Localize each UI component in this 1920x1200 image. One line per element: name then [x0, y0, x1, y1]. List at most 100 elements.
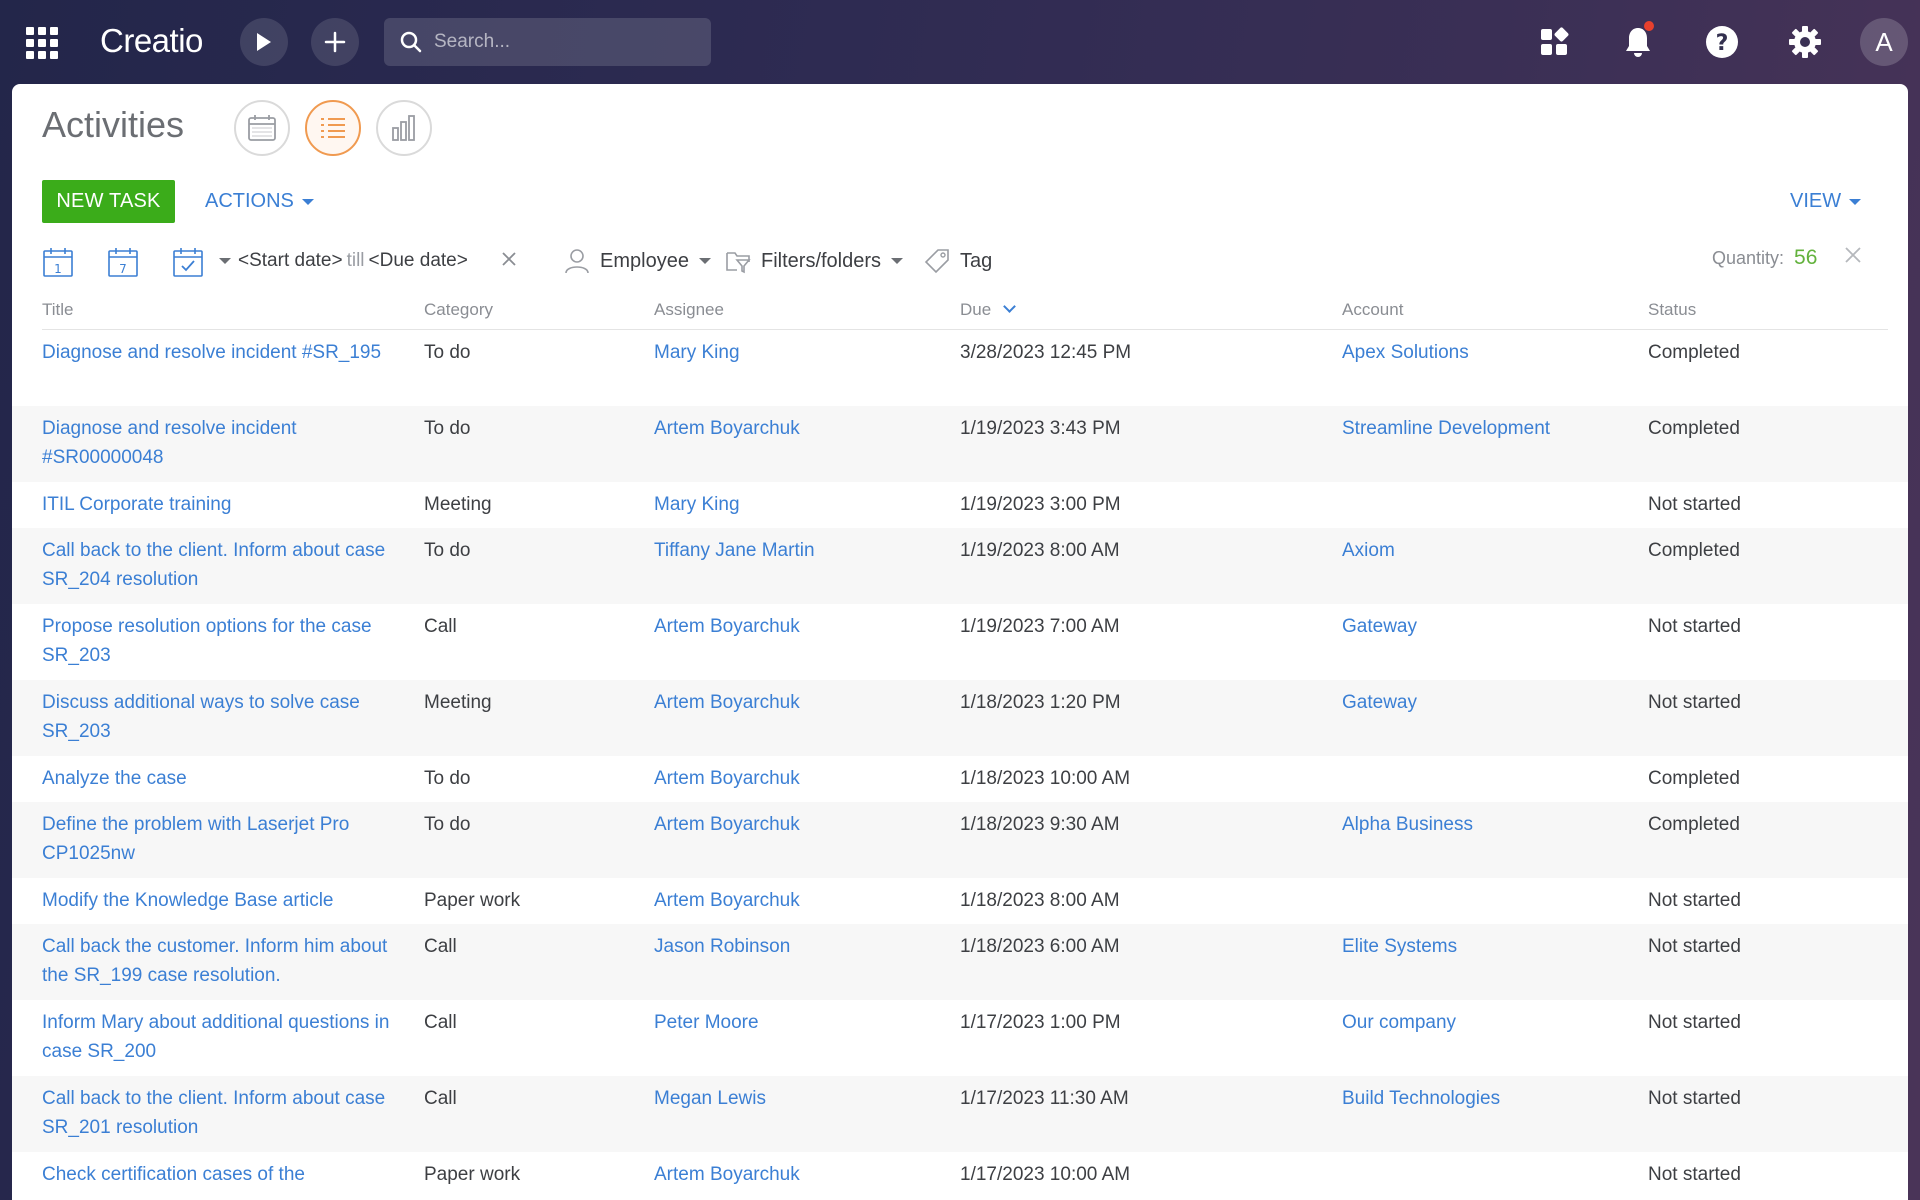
row-account-link[interactable]: Axiom	[1342, 536, 1648, 565]
calendar-week-icon: 7	[108, 248, 138, 277]
week-filter-button[interactable]: 7	[107, 246, 139, 283]
main-panel: Activities NEW TASK ACTIONS VIEW 1 7 <St…	[12, 84, 1908, 1200]
clear-date-icon[interactable]	[500, 250, 518, 273]
close-quantity-icon[interactable]	[1844, 246, 1862, 269]
search-input[interactable]	[434, 31, 694, 53]
table-row[interactable]: Modify the Knowledge Base article Paper w…	[12, 878, 1908, 924]
column-header-due[interactable]: Due	[960, 300, 1342, 320]
table-row[interactable]: Call back to the client. Inform about ca…	[12, 1076, 1908, 1152]
sort-descending-icon[interactable]	[1003, 299, 1017, 313]
row-title-link[interactable]: Call back to the client. Inform about ca…	[42, 1084, 424, 1142]
row-title-link[interactable]: Discuss additional ways to solve case SR…	[42, 688, 424, 746]
app-launcher-icon[interactable]	[26, 27, 58, 59]
row-due-date: 1/19/2023 7:00 AM	[960, 616, 1120, 637]
row-assignee-link[interactable]: Peter Moore	[654, 1008, 960, 1037]
row-assignee-link[interactable]: Artem Boyarchuk	[654, 810, 960, 839]
row-title-link[interactable]: Check certification cases of the	[42, 1160, 424, 1189]
row-assignee-link[interactable]: Artem Boyarchuk	[654, 764, 960, 793]
table-row[interactable]: ITIL Corporate training Meeting Mary King 1…	[12, 482, 1908, 528]
analytics-view-button[interactable]	[376, 100, 432, 156]
caret-down-icon	[698, 258, 711, 264]
table-row[interactable]: Diagnose and resolve incident #SR_195 To …	[12, 330, 1908, 406]
row-account-link[interactable]: Apex Solutions	[1342, 338, 1648, 367]
filters-folders-menu[interactable]: Filters/folders	[725, 248, 904, 274]
row-assignee-link[interactable]: Artem Boyarchuk	[654, 414, 960, 443]
svg-text:?: ?	[1716, 31, 1729, 56]
tag-filter[interactable]: Tag	[924, 248, 992, 274]
row-assignee-link[interactable]: Mary King	[654, 490, 960, 519]
filter-folder-icon	[726, 252, 751, 274]
row-assignee-link[interactable]: Artem Boyarchuk	[654, 688, 960, 717]
row-title-link[interactable]: ITIL Corporate training	[42, 490, 424, 519]
row-title-link[interactable]: Analyze the case	[42, 764, 424, 793]
table-row[interactable]: Discuss additional ways to solve case SR…	[12, 680, 1908, 756]
row-assignee-link[interactable]: Artem Boyarchuk	[654, 1160, 960, 1189]
row-category: Paper work	[424, 890, 521, 911]
table-row[interactable]: Analyze the case To do Artem Boyarchuk 1/18…	[12, 756, 1908, 802]
view-menu[interactable]: VIEW	[1790, 190, 1862, 213]
row-title-link[interactable]: Define the problem with Laserjet Pro CP1…	[42, 810, 424, 868]
row-category: Call	[424, 1012, 457, 1033]
caret-down-icon	[1849, 198, 1862, 205]
global-search[interactable]	[384, 18, 711, 66]
date-range-filter[interactable]: <Start date> till <Due date>	[238, 250, 468, 272]
notifications-bell-icon[interactable]	[1618, 21, 1658, 62]
row-account-link[interactable]: Streamline Development	[1342, 414, 1648, 443]
user-avatar[interactable]: A	[1860, 18, 1908, 66]
start-date[interactable]: <Start date>	[238, 250, 343, 271]
row-status: Completed	[1648, 418, 1740, 439]
top-bar: Creatio ? A	[0, 0, 1920, 84]
row-account-link[interactable]: Alpha Business	[1342, 810, 1648, 839]
row-assignee-link[interactable]: Mary King	[654, 338, 960, 367]
row-account-link[interactable]: Build Technologies	[1342, 1084, 1648, 1113]
row-assignee-link[interactable]: Megan Lewis	[654, 1084, 960, 1113]
column-header-category[interactable]: Category	[424, 300, 654, 320]
run-process-button[interactable]	[240, 18, 288, 66]
row-title-link[interactable]: Call back to the client. Inform about ca…	[42, 536, 424, 594]
row-category: Call	[424, 936, 457, 957]
calendar-view-button[interactable]	[234, 100, 290, 156]
row-title-link[interactable]: Diagnose and resolve incident #SR_195	[42, 338, 424, 367]
table-row[interactable]: Inform Mary about additional questions i…	[12, 1000, 1908, 1076]
day-filter-button[interactable]: 1	[42, 246, 74, 283]
table-row[interactable]: Call back to the client. Inform about ca…	[12, 528, 1908, 604]
column-header-assignee[interactable]: Assignee	[654, 300, 960, 320]
period-caret-down-icon[interactable]	[219, 258, 231, 264]
actions-menu[interactable]: ACTIONS	[205, 190, 314, 213]
table-row[interactable]: Check certification cases of the Paper wo…	[12, 1152, 1908, 1200]
add-button[interactable]	[311, 18, 359, 66]
table-row[interactable]: Diagnose and resolve incident #SR0000004…	[12, 406, 1908, 482]
period-filter-button[interactable]	[172, 246, 204, 283]
row-title-link[interactable]: Propose resolution options for the case …	[42, 612, 424, 670]
column-header-status[interactable]: Status	[1648, 300, 1848, 320]
table-row[interactable]: Define the problem with Laserjet Pro CP1…	[12, 802, 1908, 878]
row-title-link[interactable]: Inform Mary about additional questions i…	[42, 1008, 424, 1066]
employee-filter[interactable]: Employee	[564, 248, 711, 274]
row-status: Not started	[1648, 1088, 1741, 1109]
due-date[interactable]: <Due date>	[369, 250, 468, 271]
row-account-link[interactable]: Gateway	[1342, 612, 1648, 641]
creatio-logo[interactable]: Creatio	[100, 22, 203, 60]
row-assignee-link[interactable]: Artem Boyarchuk	[654, 886, 960, 915]
row-account-link[interactable]: Our company	[1342, 1008, 1648, 1037]
apps-icon[interactable]	[1534, 22, 1574, 62]
row-due-date: 1/19/2023 3:43 PM	[960, 418, 1121, 439]
row-title-link[interactable]: Call back the customer. Inform him about…	[42, 932, 424, 990]
row-account-link[interactable]: Gateway	[1342, 688, 1648, 717]
row-assignee-link[interactable]: Artem Boyarchuk	[654, 612, 960, 641]
new-task-button[interactable]: NEW TASK	[42, 180, 175, 223]
row-assignee-link[interactable]: Tiffany Jane Martin	[654, 536, 960, 565]
column-header-title[interactable]: Title	[42, 300, 424, 320]
row-title-link[interactable]: Modify the Knowledge Base article	[42, 886, 424, 915]
table-row[interactable]: Call back the customer. Inform him about…	[12, 924, 1908, 1000]
row-title-link[interactable]: Diagnose and resolve incident #SR0000004…	[42, 414, 424, 472]
table-row[interactable]: Propose resolution options for the case …	[12, 604, 1908, 680]
help-icon[interactable]: ?	[1702, 22, 1742, 62]
row-assignee-link[interactable]: Jason Robinson	[654, 932, 960, 961]
list-view-button[interactable]	[305, 100, 361, 156]
settings-gear-icon[interactable]	[1785, 22, 1825, 62]
calendar-day-icon: 1	[43, 248, 73, 277]
row-account-link[interactable]: Elite Systems	[1342, 932, 1648, 961]
grid-header: Title Category Assignee Due Account Stat…	[42, 290, 1888, 330]
column-header-account[interactable]: Account	[1342, 300, 1648, 320]
